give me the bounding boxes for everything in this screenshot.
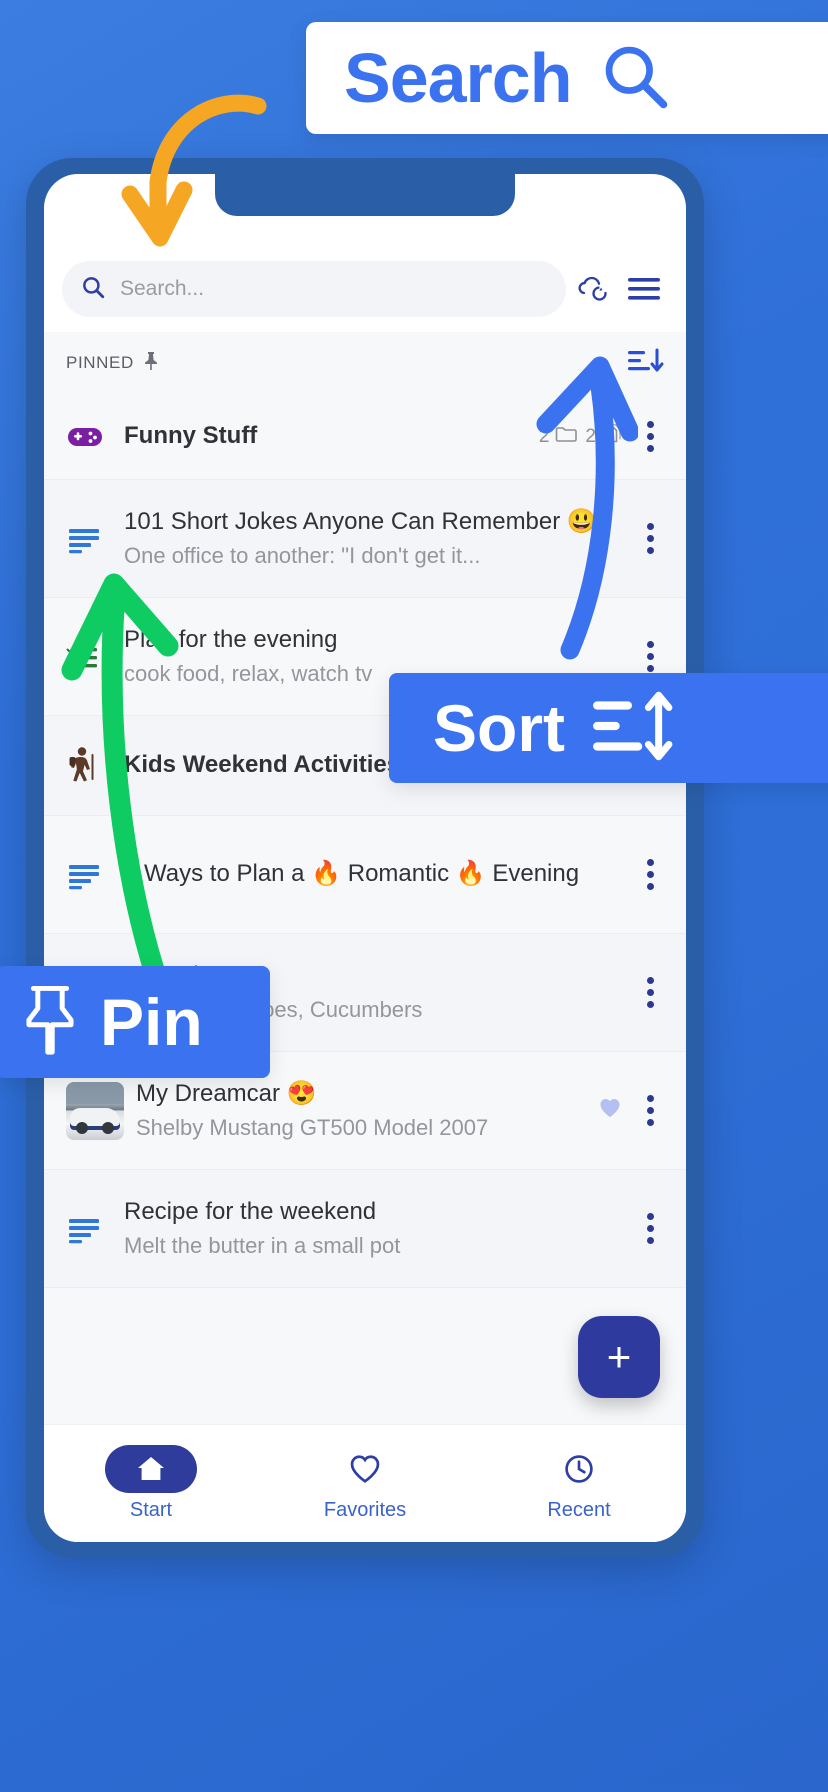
clock-icon (565, 1455, 593, 1483)
document-count-value: 2 (585, 425, 596, 447)
document-icon (602, 423, 622, 450)
bottom-navigation: Start Favorites Recent (44, 1424, 686, 1542)
nav-label-favorites: Favorites (323, 1499, 407, 1521)
list-item-text: My Dreamcar 😍 Shelby Mustang GT500 Model… (136, 1079, 598, 1142)
nav-item-start[interactable]: Start (44, 1445, 258, 1522)
nav-label-recent: Recent (547, 1499, 611, 1521)
nav-label-start: Start (129, 1499, 173, 1521)
note-lines-icon (66, 860, 124, 890)
heart-icon (598, 1097, 622, 1125)
note-lines-icon (66, 1214, 124, 1244)
list-item-title: 101 Short Jokes Anyone Can Remember 😃 (124, 507, 597, 535)
app-topbar: Search... (44, 246, 686, 332)
phone-frame: Search... PINNED Funny Stuff 2 2 101 Sho… (26, 158, 704, 1558)
search-placeholder-text: Search... (120, 277, 205, 300)
pushpin-icon (22, 984, 78, 1061)
search-icon (597, 38, 673, 119)
pinned-label-group: PINNED (66, 351, 160, 376)
list-item-text: Recipe for the weekend Melt the butter i… (124, 1197, 628, 1260)
search-icon (80, 274, 106, 305)
nav-pill-favorites (319, 1445, 411, 1493)
pinned-section-header: PINNED (44, 332, 686, 394)
list-item-overflow-menu[interactable] (628, 641, 672, 672)
pinned-label: PINNED (66, 353, 134, 372)
hamburger-menu-icon[interactable] (618, 263, 670, 315)
callout-pin-label: Pin (100, 985, 203, 1059)
home-icon (138, 1457, 164, 1480)
nav-item-recent[interactable]: Recent (472, 1445, 686, 1522)
folder-count-value: 2 (538, 425, 550, 447)
list-item-title: Plan for the evening (124, 625, 338, 653)
list-item-text: 101 Short Jokes Anyone Can Remember 😃 On… (124, 507, 628, 570)
list-item[interactable]: 3 Ways to Plan a 🔥 Romantic 🔥 Evening (44, 816, 686, 934)
pushpin-icon (142, 351, 160, 376)
list-item-overflow-menu[interactable] (628, 421, 672, 452)
sort-icon (591, 689, 673, 768)
sort-descending-icon[interactable] (626, 345, 664, 382)
folder-icon (555, 425, 578, 449)
nav-pill-recent (533, 1445, 625, 1493)
callout-pin: Pin (0, 966, 270, 1078)
nav-pill-start (105, 1445, 197, 1493)
list-item-subtitle: Melt the butter in a small pot (124, 1232, 401, 1258)
phone-notch (215, 174, 515, 216)
nav-item-favorites[interactable]: Favorites (258, 1445, 472, 1522)
list-item-overflow-menu[interactable] (628, 1095, 672, 1126)
callout-search: Search (306, 22, 828, 134)
cloud-sync-icon[interactable] (566, 263, 618, 315)
phone-screen: Search... PINNED Funny Stuff 2 2 101 Sho… (44, 174, 686, 1542)
list-item[interactable]: Recipe for the weekend Melt the butter i… (44, 1170, 686, 1288)
plus-icon: + (606, 1333, 632, 1380)
list-item-title: 3 Ways to Plan a 🔥 Romantic 🔥 Evening (124, 860, 580, 888)
add-note-fab[interactable]: + (578, 1316, 660, 1398)
callout-search-label: Search (344, 39, 572, 117)
document-count: 2 (585, 423, 622, 450)
list-item[interactable]: Funny Stuff 2 2 (44, 394, 686, 480)
list-item-title: Funny Stuff (124, 422, 258, 450)
list-item-text: 3 Ways to Plan a 🔥 Romantic 🔥 Evening (124, 859, 628, 890)
list-item-title: Recipe for the weekend (124, 1197, 377, 1225)
list-item-title: My Dreamcar 😍 (136, 1079, 317, 1107)
callout-sort-label: Sort (433, 691, 565, 765)
list-item-overflow-menu[interactable] (628, 859, 672, 890)
list-item-text: Funny Stuff (124, 421, 539, 452)
hiker-icon (66, 746, 124, 786)
list-item-overflow-menu[interactable] (628, 977, 672, 1008)
notes-list[interactable]: PINNED Funny Stuff 2 2 101 Short Jokes A… (44, 332, 686, 1424)
list-item-overflow-menu[interactable] (628, 523, 672, 554)
list-item-subtitle: Shelby Mustang GT500 Model 2007 (136, 1114, 489, 1140)
list-item-subtitle: One office to another: "I don't get it..… (124, 542, 481, 568)
list-item-meta (598, 1097, 622, 1125)
car-photo-thumbnail (66, 1081, 136, 1140)
list-item-meta: 2 2 (539, 423, 622, 450)
heart-icon (350, 1455, 380, 1483)
list-item-overflow-menu[interactable] (628, 1213, 672, 1244)
game-controller-icon (66, 422, 124, 452)
search-input[interactable]: Search... (62, 261, 566, 317)
checklist-icon (66, 642, 124, 672)
note-lines-icon (66, 524, 124, 554)
callout-sort: Sort (389, 673, 828, 783)
list-item[interactable]: 101 Short Jokes Anyone Can Remember 😃 On… (44, 480, 686, 598)
folder-count: 2 (539, 425, 578, 449)
